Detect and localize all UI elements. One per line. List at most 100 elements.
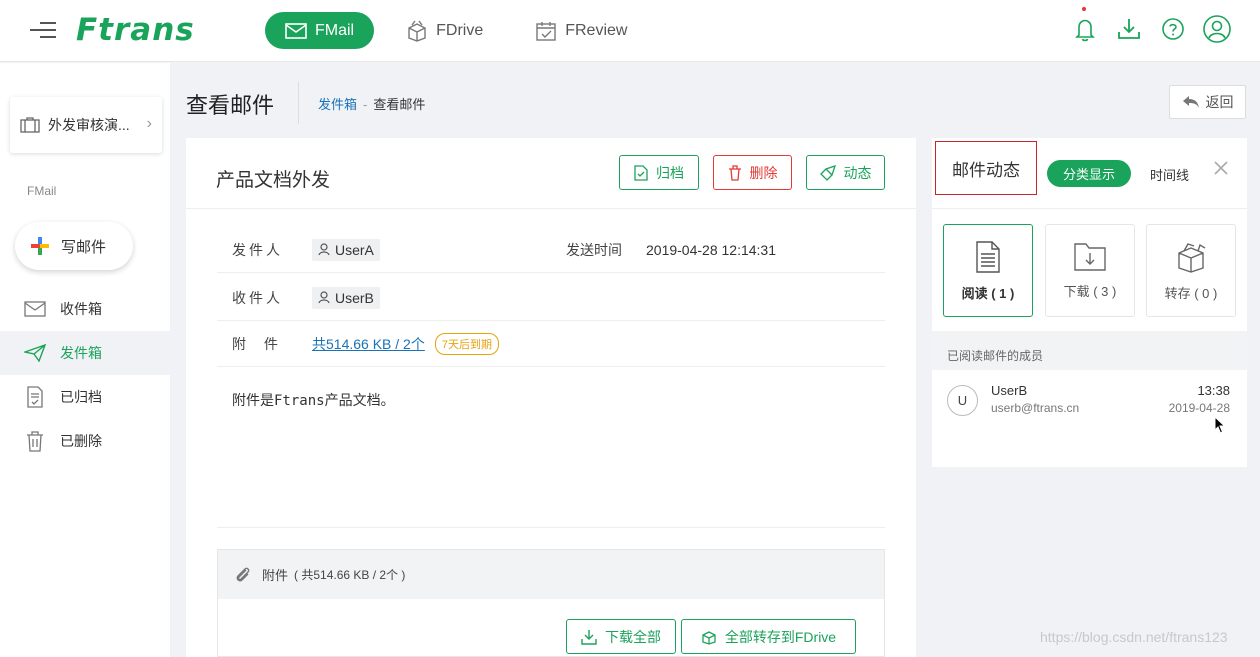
app-tab-fdrive[interactable]: FDrive [386,12,503,49]
mail-subject: 产品文档外发 [216,170,331,191]
app-switcher: FMail FDrive FReview [265,12,659,49]
top-bar: Ftrans FMail FDrive FReview [0,0,1260,62]
attachments-box: 附件 ( 共514.66 KB / 2个 ) 下载全部 全部转存到FDrive [217,549,885,657]
app-tab-fmail[interactable]: FMail [265,12,375,49]
delete-label: 删除 [749,164,778,181]
sender-row: 发件人 UserA 发送时间 2019-04-28 12:14:31 [217,227,885,273]
trash-icon [728,164,741,181]
trash-icon [27,431,43,452]
divider [932,208,1247,209]
recipient-chip[interactable]: UserB [312,286,380,309]
header-divider [298,82,299,124]
mouse-cursor-icon [1214,416,1226,434]
sidebar-item-deleted[interactable]: 已删除 [0,419,170,463]
recipient-value: UserB [312,286,380,309]
download-all-label: 下载全部 [605,628,661,645]
save-all-to-fdrive-button[interactable]: 全部转存到FDrive [681,619,856,654]
page-title: 查看邮件 [186,93,275,118]
sent-time-label: 发送时间 [566,241,622,258]
timeline-view-button[interactable]: 时间线 [1150,165,1189,184]
reader-email: userb@ftrans.cn [991,401,1080,415]
sidebar-item-label: 发件箱 [60,345,102,361]
archive-button[interactable]: 归档 [619,155,699,190]
app-tab-freview[interactable]: FReview [515,12,647,49]
recipient-name: UserB [335,289,374,306]
notification-dot [1082,7,1086,11]
avatar: U [947,385,978,416]
stat-transfer[interactable]: 转存 ( 0 ) [1146,224,1236,317]
sidebar: 外发审核演... › FMail 写邮件 收件箱 发件箱 已归档 已删除 [0,63,170,657]
sidebar-item-inbox[interactable]: 收件箱 [0,287,170,331]
delete-button[interactable]: 删除 [713,155,792,190]
chevron-right-icon: › [146,115,152,132]
folder-download-icon [1074,243,1106,271]
sidebar-item-archived[interactable]: 已归档 [0,375,170,419]
help-button[interactable] [1158,14,1188,44]
project-selector[interactable]: 外发审核演... › [10,97,162,153]
recipient-row: 收件人 UserB [217,275,885,321]
stat-download[interactable]: 下载 ( 3 ) [1045,224,1135,317]
mail-icon [285,22,307,39]
grouped-view-button[interactable]: 分类显示 [1047,160,1131,187]
app-tab-label: FReview [565,21,628,39]
sender-name: UserA [335,241,374,258]
reader-name: UserB [991,383,1028,398]
divider [186,208,916,209]
divider [217,527,885,528]
notifications-button[interactable] [1070,7,1100,44]
archive-icon [27,386,43,408]
inbox-icon [24,301,46,317]
person-icon [318,291,330,304]
activity-panel: 邮件动态 分类显示 时间线 阅读 ( 1 ) 下载 ( 3 ) 转存 ( 0 )… [932,138,1247,467]
back-button[interactable]: 返回 [1169,85,1246,119]
plus-icon [31,237,49,255]
top-actions [1056,7,1232,44]
menu-toggle-icon[interactable] [30,22,56,40]
breadcrumb: 发件箱 - 查看邮件 [318,94,425,113]
sidebar-item-label: 收件箱 [60,301,102,317]
readers-section-title: 已阅读邮件的成员 [932,331,1247,370]
section-label: FMail [27,184,57,198]
box-icon [408,20,426,42]
activity-title: 邮件动态 [935,141,1037,195]
download-icon [1118,19,1140,39]
mail-card: 产品文档外发 归档 删除 动态 发件人 UserA 发送时间 2019-04-2… [186,138,916,657]
compose-label: 写邮件 [61,238,107,256]
sent-time-value: 2019-04-28 12:14:31 [646,241,776,258]
box-icon [702,630,716,645]
box-icon [1178,243,1206,273]
downloads-button[interactable] [1114,14,1144,44]
bell-icon [1075,19,1095,42]
app-logo[interactable]: Ftrans [76,12,195,48]
compose-button[interactable]: 写邮件 [15,222,133,270]
sidebar-item-label: 已删除 [60,433,102,449]
list-item[interactable]: U UserB userb@ftrans.cn 13:38 2019-04-28 [932,370,1247,430]
sender-chip[interactable]: UserA [312,238,380,261]
mail-body: 附件是Ftrans产品文档。 [232,393,395,409]
attachment-row: 附 件 共514.66 KB / 2个 7天后到期 [217,321,885,367]
save-all-label: 全部转存到FDrive [724,628,837,645]
account-button[interactable] [1202,14,1232,44]
activity-label: 动态 [843,164,872,181]
watermark: https://blog.csdn.net/ftrans123 [1040,629,1228,645]
project-name: 外发审核演... [48,117,130,133]
attachment-label: 附 件 [232,335,278,352]
download-all-button[interactable]: 下载全部 [566,619,676,654]
breadcrumb-separator: - [363,97,368,112]
expire-badge: 7天后到期 [434,332,499,355]
activity-button[interactable]: 动态 [806,155,885,190]
close-icon[interactable] [1213,160,1229,176]
breadcrumb-outbox-link[interactable]: 发件箱 [318,97,357,112]
app-tab-label: FDrive [436,21,484,39]
help-icon [1162,18,1184,40]
stat-label: 下载 ( 3 ) [1063,284,1117,299]
sidebar-item-outbox[interactable]: 发件箱 [0,331,170,375]
megaphone-icon [819,164,836,181]
back-arrow-icon [1182,96,1199,108]
attachment-value: 共514.66 KB / 2个 7天后到期 [312,332,499,355]
attachment-summary-link[interactable]: 共514.66 KB / 2个 [312,334,425,354]
download-icon [581,629,597,645]
back-label: 返回 [1205,94,1234,110]
stat-read[interactable]: 阅读 ( 1 ) [943,224,1033,317]
paperclip-icon [236,567,250,581]
